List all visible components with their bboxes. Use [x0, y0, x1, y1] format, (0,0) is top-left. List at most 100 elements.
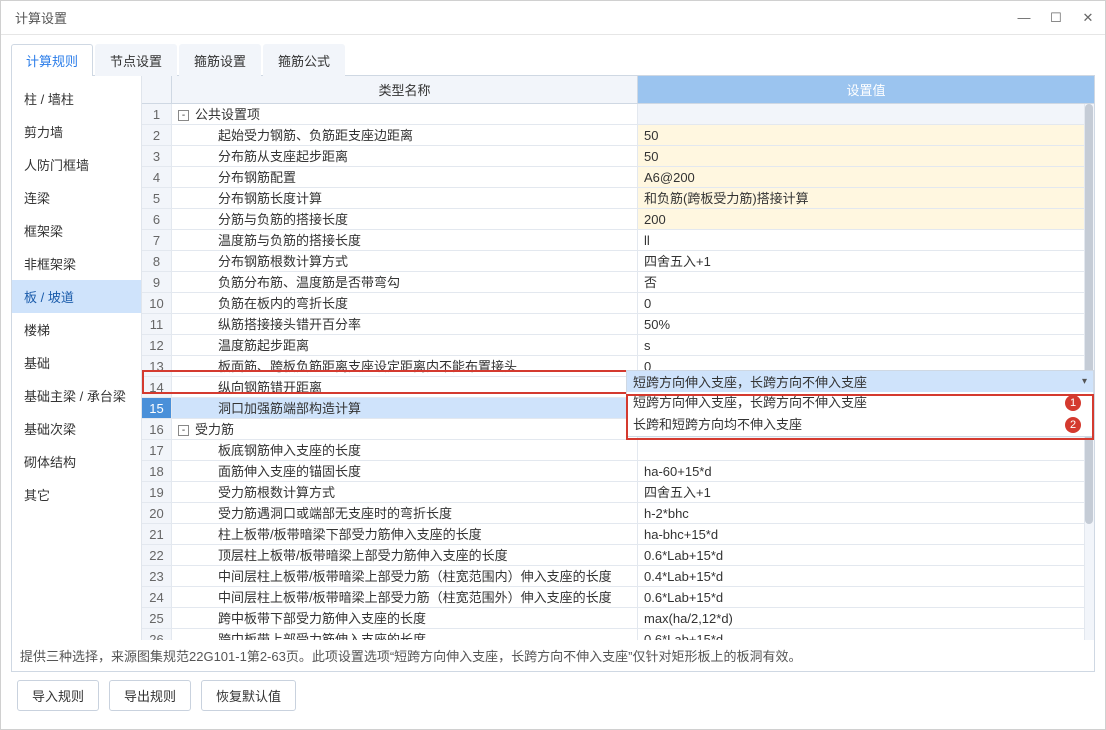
row-value[interactable]: ll: [638, 230, 1094, 251]
tab-stirrup-settings[interactable]: 箍筋设置: [179, 44, 261, 76]
table-row[interactable]: 4分布钢筋配置A6@200: [142, 167, 1094, 188]
row-value[interactable]: 50: [638, 125, 1094, 146]
dropdown-option[interactable]: 长跨和短跨方向均不伸入支座 2: [627, 414, 1093, 436]
table-row[interactable]: 19受力筋根数计算方式四舍五入+1: [142, 482, 1094, 503]
sidebar-item[interactable]: 非框架梁: [12, 247, 141, 280]
restore-defaults-button[interactable]: 恢复默认值: [201, 680, 296, 711]
sidebar-item[interactable]: 柱 / 墙柱: [12, 82, 141, 115]
row-value[interactable]: 0.6*Lab+15*d: [638, 587, 1094, 608]
collapse-toggle-icon[interactable]: -: [178, 110, 189, 121]
row-value[interactable]: ha-60+15*d: [638, 461, 1094, 482]
row-name-text: 分布钢筋长度计算: [218, 191, 322, 206]
row-value[interactable]: 50%: [638, 314, 1094, 335]
row-value[interactable]: 0.6*Lab+15*d: [638, 545, 1094, 566]
row-value[interactable]: 0.4*Lab+15*d: [638, 566, 1094, 587]
dropdown-selected-text: 短跨方向伸入支座，长跨方向不伸入支座: [633, 372, 867, 391]
row-value[interactable]: [638, 440, 1094, 461]
dropdown-option-text: 短跨方向伸入支座，长跨方向不伸入支座: [633, 394, 867, 412]
dropdown-selected[interactable]: 短跨方向伸入支座，长跨方向不伸入支座 ▾: [627, 371, 1093, 392]
row-value[interactable]: 50: [638, 146, 1094, 167]
table-row[interactable]: 5 分布钢筋长度计算 和负筋(跨板受力筋)搭接计算: [142, 188, 1094, 209]
table-row[interactable]: 8分布钢筋根数计算方式四舍五入+1: [142, 251, 1094, 272]
table-row[interactable]: 2起始受力钢筋、负筋距支座边距离50: [142, 125, 1094, 146]
sidebar-item[interactable]: 基础次梁: [12, 412, 141, 445]
row-name: 起始受力钢筋、负筋距支座边距离: [172, 125, 638, 146]
row-number: 5: [142, 188, 172, 209]
row-name-text: 板面筋、跨板负筋距离支座设定距离内不能布置接头: [218, 359, 517, 374]
table-row[interactable]: 11纵筋搭接接头错开百分率50%: [142, 314, 1094, 335]
row-value[interactable]: 四舍五入+1: [638, 482, 1094, 503]
table-row[interactable]: 3分布筋从支座起步距离50: [142, 146, 1094, 167]
category-sidebar: 柱 / 墙柱 剪力墙 人防门框墙 连梁 框架梁 非框架梁 板 / 坡道 楼梯 基…: [12, 76, 142, 640]
table-row[interactable]: 24中间层柱上板带/板带暗梁上部受力筋（柱宽范围外）伸入支座的长度0.6*Lab…: [142, 587, 1094, 608]
row-name-text: 跨中板带下部受力筋伸入支座的长度: [218, 611, 426, 626]
table-row[interactable]: 10负筋在板内的弯折长度0: [142, 293, 1094, 314]
value-dropdown[interactable]: 短跨方向伸入支座，长跨方向不伸入支座 ▾ 短跨方向伸入支座，长跨方向不伸入支座 …: [626, 370, 1094, 437]
row-value[interactable]: 0: [638, 293, 1094, 314]
row-value[interactable]: 四舍五入+1: [638, 251, 1094, 272]
row-number: 9: [142, 272, 172, 293]
dropdown-option[interactable]: 短跨方向伸入支座，长跨方向不伸入支座 1: [627, 392, 1093, 414]
table-row[interactable]: 25 跨中板带下部受力筋伸入支座的长度 max(ha/2,12*d): [142, 608, 1094, 629]
row-name-text: 板底钢筋伸入支座的长度: [218, 443, 361, 458]
row-value[interactable]: A6@200: [638, 167, 1094, 188]
sidebar-item[interactable]: 剪力墙: [12, 115, 141, 148]
row-number: 10: [142, 293, 172, 314]
row-number: 4: [142, 167, 172, 188]
row-number: 21: [142, 524, 172, 545]
table-row[interactable]: 17板底钢筋伸入支座的长度: [142, 440, 1094, 461]
table-row[interactable]: 6分筋与负筋的搭接长度200: [142, 209, 1094, 230]
row-name: 板底钢筋伸入支座的长度: [172, 440, 638, 461]
import-rules-button[interactable]: 导入规则: [17, 680, 99, 711]
sidebar-item[interactable]: 连梁: [12, 181, 141, 214]
close-icon[interactable]: ✕: [1081, 10, 1095, 26]
collapse-toggle-icon[interactable]: -: [178, 425, 189, 436]
tab-stirrup-formula[interactable]: 箍筋公式: [263, 44, 345, 76]
row-value[interactable]: h-2*bhc: [638, 503, 1094, 524]
row-name: 洞口加强筋端部构造计算: [172, 398, 638, 419]
row-name-text: 受力筋: [195, 422, 234, 437]
table-row[interactable]: 20受力筋遇洞口或端部无支座时的弯折长度h-2*bhc: [142, 503, 1094, 524]
sidebar-item[interactable]: 框架梁: [12, 214, 141, 247]
row-number: 26: [142, 629, 172, 640]
table-row[interactable]: 9负筋分布筋、温度筋是否带弯勾否: [142, 272, 1094, 293]
scroll-thumb[interactable]: [1085, 104, 1093, 524]
sidebar-item[interactable]: 板 / 坡道: [12, 280, 141, 313]
content-area: 计算规则 节点设置 箍筋设置 箍筋公式 柱 / 墙柱 剪力墙 人防门框墙 连梁 …: [1, 35, 1105, 729]
row-value[interactable]: 200: [638, 209, 1094, 230]
row-value[interactable]: 否: [638, 272, 1094, 293]
sidebar-item[interactable]: 基础主梁 / 承台梁: [12, 379, 141, 412]
table-row[interactable]: 23中间层柱上板带/板带暗梁上部受力筋（柱宽范围内）伸入支座的长度0.4*Lab…: [142, 566, 1094, 587]
row-value[interactable]: 0.6*Lab+15*d: [638, 629, 1094, 640]
grid-header: 类型名称 设置值: [142, 76, 1094, 104]
row-value[interactable]: [638, 104, 1094, 125]
table-row[interactable]: 1-公共设置项: [142, 104, 1094, 125]
row-value[interactable]: max(ha/2,12*d): [638, 608, 1094, 629]
table-row[interactable]: 7温度筋与负筋的搭接长度ll: [142, 230, 1094, 251]
sidebar-item[interactable]: 基础: [12, 346, 141, 379]
table-row[interactable]: 12温度筋起步距离s: [142, 335, 1094, 356]
sidebar-item[interactable]: 其它: [12, 478, 141, 511]
row-number: 25: [142, 608, 172, 629]
table-row[interactable]: 21柱上板带/板带暗梁下部受力筋伸入支座的长度ha-bhc+15*d: [142, 524, 1094, 545]
row-name: 中间层柱上板带/板带暗梁上部受力筋（柱宽范围内）伸入支座的长度: [172, 566, 638, 587]
row-name: 分布钢筋长度计算: [172, 188, 638, 209]
sidebar-item[interactable]: 楼梯: [12, 313, 141, 346]
export-rules-button[interactable]: 导出规则: [109, 680, 191, 711]
row-value[interactable]: s: [638, 335, 1094, 356]
sidebar-item[interactable]: 砌体结构: [12, 445, 141, 478]
table-row[interactable]: 26跨中板带上部受力筋伸入支座的长度0.6*Lab+15*d: [142, 629, 1094, 640]
row-number: 22: [142, 545, 172, 566]
row-value[interactable]: ha-bhc+15*d: [638, 524, 1094, 545]
tab-node-settings[interactable]: 节点设置: [95, 44, 177, 76]
tab-body: 柱 / 墙柱 剪力墙 人防门框墙 连梁 框架梁 非框架梁 板 / 坡道 楼梯 基…: [11, 76, 1095, 672]
table-row[interactable]: 18面筋伸入支座的锚固长度ha-60+15*d: [142, 461, 1094, 482]
sidebar-item[interactable]: 人防门框墙: [12, 148, 141, 181]
maximize-icon[interactable]: ☐: [1049, 10, 1063, 26]
tab-calc-rule[interactable]: 计算规则: [11, 44, 93, 76]
minimize-icon[interactable]: —: [1017, 10, 1031, 26]
table-row[interactable]: 22顶层柱上板带/板带暗梁上部受力筋伸入支座的长度0.6*Lab+15*d: [142, 545, 1094, 566]
row-value[interactable]: 和负筋(跨板受力筋)搭接计算: [638, 188, 1094, 209]
button-bar: 导入规则 导出规则 恢复默认值: [11, 672, 1095, 721]
row-name-text: 温度筋起步距离: [218, 338, 309, 353]
